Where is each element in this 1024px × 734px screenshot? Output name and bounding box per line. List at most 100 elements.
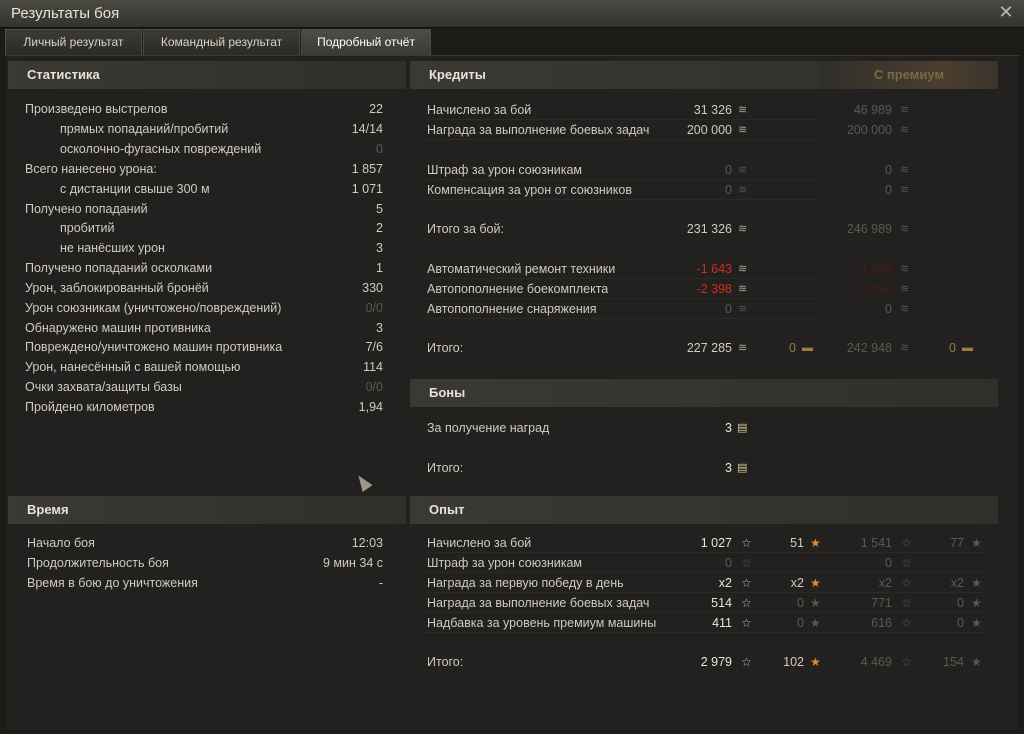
xp-value: x2: [718, 576, 732, 590]
credits-icon: ≋: [738, 263, 748, 275]
star-icon: ☆: [741, 536, 752, 550]
time-row: Продолжительность боя 9 мин 34 с: [5, 553, 405, 573]
premium-label: С премиум: [820, 61, 998, 89]
time-header: Время: [8, 496, 406, 524]
stats-row: Обнаружено машин противника 3: [5, 318, 405, 338]
bonds-icon: ▤: [737, 462, 748, 474]
gold-premium-icon: ▬: [962, 342, 973, 354]
stats-row: прямых попаданий/пробитий 14/14: [5, 119, 405, 139]
xp-header: Опыт: [410, 496, 998, 524]
star-premium-icon: ☆: [901, 556, 912, 570]
stats-value: 330: [362, 281, 383, 295]
stats-label: Произведено выстрелов: [25, 102, 168, 116]
stats-label: Всего нанесено урона:: [25, 162, 157, 176]
stats-row: Получено попаданий 5: [5, 199, 405, 219]
free-xp-value: x2: [790, 576, 804, 590]
xp-label: Штраф за урон союзникам: [427, 556, 583, 570]
credits-premium-icon: ≋: [900, 303, 910, 315]
credits-premium-value: 246 989: [846, 222, 892, 236]
time-value: 9 мин 34 с: [322, 556, 383, 570]
tab-team-result[interactable]: Командный результат: [143, 29, 300, 55]
stats-value: 0/0: [365, 380, 383, 394]
xp-label: Награда за первую победу в день: [427, 576, 624, 590]
free-xp-star-icon: ★: [810, 596, 821, 610]
xp-label: Награда за выполнение боевых задач: [427, 596, 650, 610]
xp-premium-value: 1 541: [860, 536, 892, 550]
xp-value: 514: [711, 596, 732, 610]
bonds-row: За получение наград 3 ▤: [410, 418, 1000, 438]
stats-value: 1,94: [358, 400, 383, 414]
bonds-value: 3: [725, 461, 732, 475]
stats-label: Пройдено километров: [25, 400, 155, 414]
xp-label: Итого:: [427, 655, 464, 669]
credits-row: Автопополнение боекомплекта -2 398 ≋ -2 398…: [410, 279, 1000, 299]
free-xp-star-icon: ★: [810, 576, 821, 590]
stats-label: не нанёсших урон: [60, 241, 165, 255]
free-xp-value: 102: [783, 655, 804, 669]
star-icon: ☆: [741, 556, 752, 570]
stats-row: Урон, заблокированный бронёй 330: [5, 278, 405, 298]
credits-value: 31 326: [693, 103, 732, 117]
tab-detailed-report[interactable]: Подробный отчёт: [301, 29, 431, 55]
xp-row: Начислено за бой 1 027 ☆ 1 541 ☆ 51 ★ 77 ★: [410, 533, 1000, 553]
stats-value: 7/6: [365, 340, 383, 354]
stats-label: Повреждено/уничтожено машин противника: [25, 340, 283, 354]
credits-row: Награда за выполнение боевых задач 200 00…: [410, 120, 1000, 140]
credits-value: 0: [725, 302, 732, 316]
tab-personal-result[interactable]: Личный результат: [5, 29, 142, 55]
stats-label: Урон союзникам (уничтожено/повреждений): [25, 301, 282, 315]
row-separator: [425, 318, 820, 319]
credits-premium-value: 0: [885, 163, 892, 177]
stats-row: Всего нанесено урона: 1 857: [5, 159, 405, 179]
free-xp-value: 0: [797, 596, 804, 610]
xp-row: Награда за первую победу в день x2 ☆ x2 ☆ x2 ★…: [410, 573, 1000, 593]
free-xp-star-icon: ★: [810, 616, 821, 630]
credits-premium-value: -2 398: [856, 282, 892, 296]
stats-value: 1 857: [351, 162, 383, 176]
stats-label: Урон, нанесённый с вашей помощью: [25, 360, 241, 374]
credits-label: Итого за бой:: [427, 222, 504, 236]
time-value: -: [378, 576, 383, 590]
xp-premium-value: 771: [871, 596, 892, 610]
battle-results-window: Результаты боя ✕ Личный результат Команд…: [0, 0, 1024, 734]
credits-row: Автопополнение снаряжения 0 ≋ 0 ≋: [410, 299, 1000, 319]
time-label: Время в бою до уничтожения: [27, 576, 198, 590]
credits-icon: ≋: [738, 164, 748, 176]
time-label: Начало боя: [27, 536, 95, 550]
credits-premium-icon: ≋: [900, 342, 910, 354]
stats-value: 1: [376, 261, 383, 275]
star-icon: ☆: [741, 576, 752, 590]
credits-premium-value: 0: [885, 183, 892, 197]
free-xp-star-icon: ★: [810, 655, 821, 669]
xp-premium-value: 4 469: [860, 655, 892, 669]
title-bar[interactable]: Результаты боя ✕: [0, 0, 1024, 28]
stats-value: 0/0: [365, 301, 383, 315]
credits-label: Компенсация за урон от союзников: [427, 183, 632, 197]
credits-premium-value: 0: [885, 302, 892, 316]
stats-label: пробитий: [60, 221, 115, 235]
stats-label: с дистанции свыше 300 м: [60, 182, 210, 196]
stats-value: 114: [363, 360, 383, 374]
stats-value: 3: [376, 241, 383, 255]
xp-value: 0: [725, 556, 732, 570]
credits-value: -1 643: [696, 262, 732, 276]
stats-row: Пройдено километров 1,94: [5, 397, 405, 417]
stats-row: Урон союзникам (уничтожено/повреждений) 0…: [5, 298, 405, 318]
stats-label: осколочно-фугасных повреждений: [60, 142, 262, 156]
credits-label: Автоматический ремонт техники: [427, 262, 616, 276]
credits-label: Автопополнение снаряжения: [427, 302, 597, 316]
free-xp-premium-star-icon: ★: [971, 536, 982, 550]
xp-value: 2 979: [700, 655, 732, 669]
stats-value: 2: [376, 221, 383, 235]
window-title: Результаты боя: [11, 5, 120, 22]
star-icon: ☆: [741, 655, 752, 669]
credits-label: Начислено за бой: [427, 103, 532, 117]
close-icon[interactable]: ✕: [998, 3, 1014, 21]
free-xp-premium-value: x2: [950, 576, 964, 590]
stats-row: Повреждено/уничтожено машин противника 7/…: [5, 337, 405, 357]
stats-row: Произведено выстрелов 22: [5, 99, 405, 119]
time-row: Время в бою до уничтожения -: [5, 573, 405, 593]
free-xp-premium-star-icon: ★: [971, 596, 982, 610]
stats-row: Урон, нанесённый с вашей помощью 114: [5, 357, 405, 377]
credits-label: Штраф за урон союзникам: [427, 163, 583, 177]
